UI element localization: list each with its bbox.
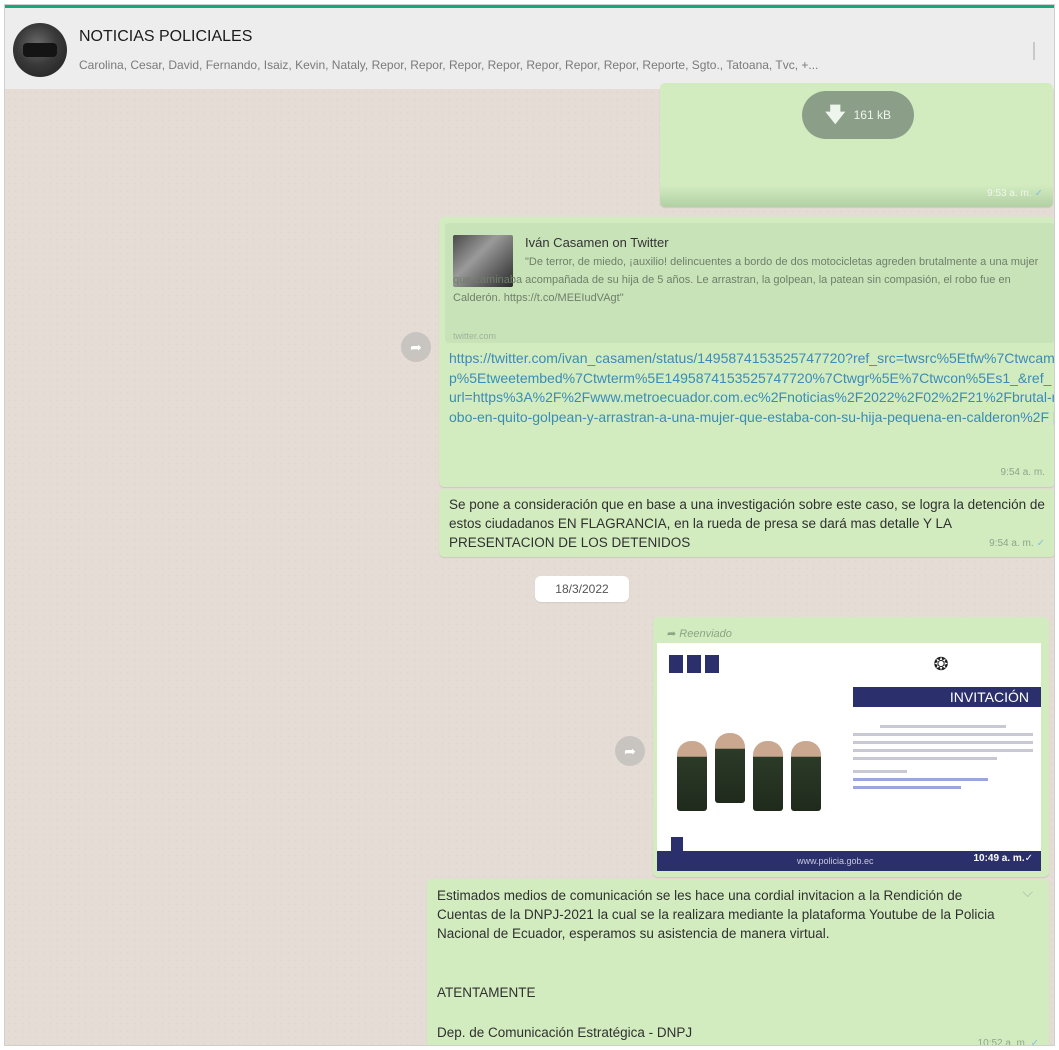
message-time: 9:54 a. m. ✓ — [989, 534, 1045, 553]
invitation-body-lines — [853, 725, 1033, 794]
chat-title[interactable]: NOTICIAS POLICIALES — [79, 28, 252, 46]
whatsapp-window: NOTICIAS POLICIALES Carolina, Cesar, Dav… — [4, 4, 1055, 1046]
participants-list[interactable]: Carolina, Cesar, David, Fernando, Isaiz,… — [79, 58, 999, 72]
footer-url: www.policia.gob.ec — [797, 855, 874, 866]
invitation-image[interactable]: ❂ INVITACIÓN www.policia.gob.ec 10:49 a.… — [657, 643, 1041, 871]
forwarded-label: ➦ Reenviado — [667, 628, 732, 640]
officer-figure — [677, 741, 707, 811]
time-label: 9:54 a. m. — [989, 538, 1034, 549]
forward-icon[interactable]: ➦ — [615, 736, 645, 766]
social-icons — [669, 655, 719, 673]
chat-header[interactable]: NOTICIAS POLICIALES Carolina, Cesar, Dav… — [5, 5, 1054, 89]
heading-divider — [847, 687, 853, 707]
message-time: 9:53 a. m. ✓ — [987, 184, 1043, 203]
read-check-icon: ✓ — [1036, 538, 1045, 549]
group-avatar[interactable] — [13, 23, 67, 77]
menu-kebab-icon[interactable] — [1032, 42, 1036, 60]
police-seal-icon: ❂ — [933, 654, 949, 674]
officer-figure — [715, 733, 745, 803]
read-check-icon: ✓ — [1024, 853, 1033, 864]
preview-domain: twitter.com — [453, 331, 497, 341]
message-text: Se pone a consideración que en base a un… — [449, 497, 1045, 550]
file-message[interactable]: 🡇 161 kB 9:53 a. m. ✓ — [660, 83, 1053, 207]
forward-icon[interactable]: ➦ — [401, 332, 431, 362]
chevron-down-icon[interactable]: ⌵ — [1022, 883, 1033, 902]
time-label: 10:49 a. m. — [973, 853, 1025, 864]
download-button[interactable]: 🡇 161 kB — [802, 91, 914, 139]
text-message[interactable]: ⌵ Estimados medios de comunicación se le… — [427, 879, 1049, 1046]
time-label: 10:52 a. m. — [977, 1038, 1028, 1046]
read-check-icon: ✓ — [1034, 188, 1043, 199]
officer-figure — [791, 741, 821, 811]
message-time: 10:49 a. m.✓ — [973, 849, 1033, 868]
message-list[interactable]: 🡇 161 kB 9:53 a. m. ✓ ➦ Iván Casamen on T… — [5, 83, 1054, 1046]
read-check-icon: ✓ — [1030, 1038, 1039, 1046]
preview-title: Iván Casamen on Twitter — [525, 235, 669, 250]
message-text: Estimados medios de comunicación se les … — [437, 888, 995, 941]
closing-text: ATENTAMENTE — [437, 985, 536, 1000]
file-size: 161 kB — [853, 107, 891, 122]
officer-figure — [753, 741, 783, 811]
date-divider: 18/3/2022 — [535, 576, 629, 602]
invitation-heading: INVITACIÓN — [847, 687, 1041, 707]
signature-text: Dep. de Comunicación Estratégica - DNPJ — [437, 1025, 693, 1040]
text-message[interactable]: Se pone a consideración que en base a un… — [439, 489, 1054, 557]
link-preview[interactable]: Iván Casamen on Twitter "De terror, de m… — [445, 223, 1054, 343]
officer-photos — [677, 723, 831, 817]
forwarded-text: Reenviado — [679, 628, 732, 640]
message-time: 10:52 a. m. ✓ — [977, 1034, 1039, 1046]
image-message[interactable]: ➦ Reenviado ❂ INVITACIÓN www.policia.gob… — [653, 617, 1049, 877]
time-label: 9:54 a. m. — [1000, 467, 1045, 478]
link-message[interactable]: Iván Casamen on Twitter "De terror, de m… — [439, 217, 1054, 487]
preview-description: "De terror, de miedo, ¡auxilio! delincue… — [453, 256, 1039, 304]
tweet-link[interactable]: https://twitter.com/ivan_casamen/status/… — [449, 349, 1054, 427]
message-time: 9:54 a. m. — [1001, 463, 1045, 482]
time-label: 9:53 a. m. — [987, 188, 1032, 199]
download-icon: 🡇 — [825, 103, 846, 126]
